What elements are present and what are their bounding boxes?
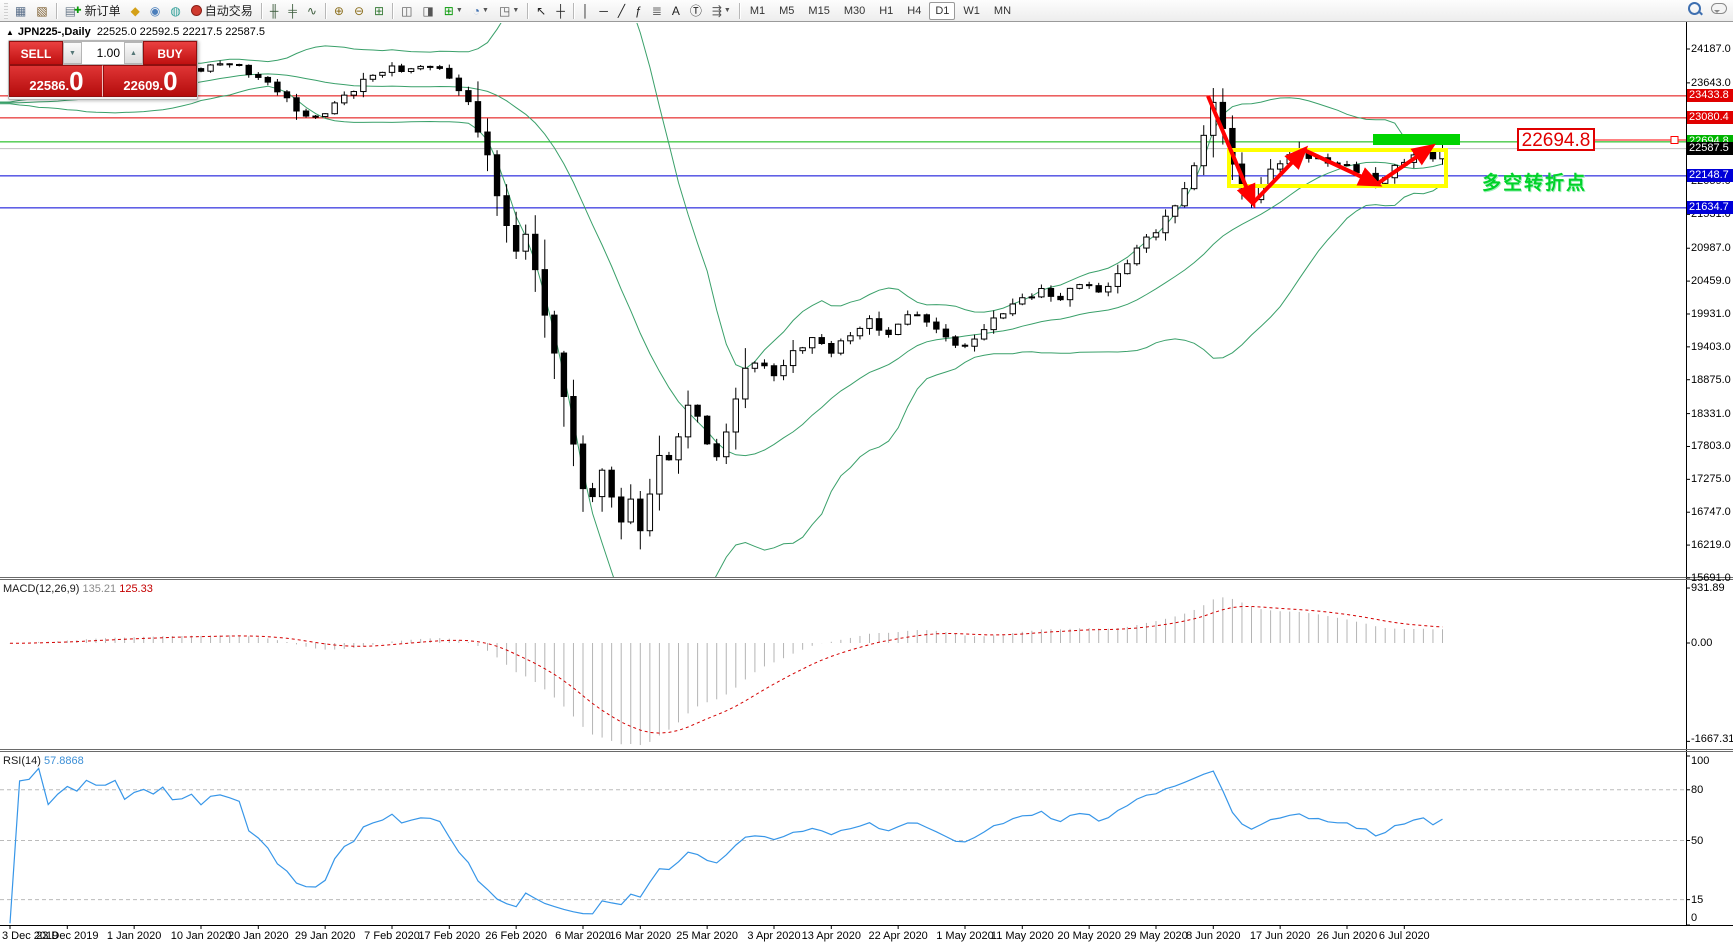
chart-canvas[interactable] (0, 0, 1733, 946)
zigzag-arrow-1[interactable] (1253, 150, 1304, 203)
callout-handle[interactable] (1671, 137, 1678, 144)
green-resistance-rect[interactable] (1373, 134, 1460, 145)
macd-histogram (10, 597, 1443, 745)
sell-button[interactable]: SELL (9, 41, 63, 65)
buy-price[interactable]: 22609.0 (103, 65, 197, 97)
buy-button[interactable]: BUY (143, 41, 197, 65)
volume-decrease-button[interactable]: ▼ (63, 42, 82, 64)
bollinger-m (0, 74, 1443, 456)
bollinger-u (0, 0, 1443, 369)
bollinger-d (0, 86, 1443, 640)
mt4-window: { "toolbar": { "groups": [ [ {"name":"wi… (0, 0, 1733, 946)
candles (198, 61, 1445, 550)
volume-increase-button[interactable]: ▲ (124, 42, 143, 64)
volume-input[interactable]: 1.00 (82, 42, 124, 64)
one-click-trading-panel: SELL ▼ 1.00 ▲ BUY 22586.0 22609.0 (8, 40, 198, 100)
zigzag-arrow-3[interactable] (1377, 147, 1431, 184)
sell-price[interactable]: 22586.0 (9, 65, 103, 97)
